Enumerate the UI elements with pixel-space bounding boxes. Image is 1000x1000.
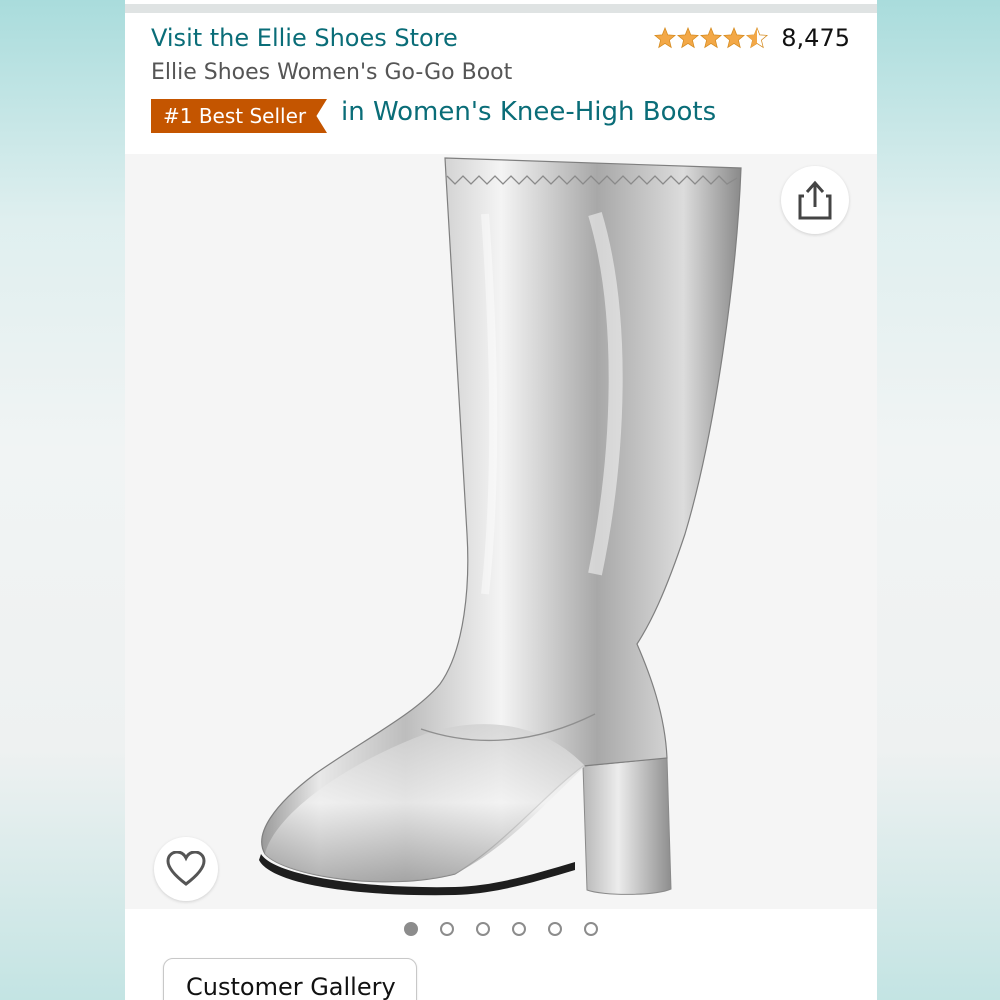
carousel-dot[interactable] xyxy=(440,922,454,936)
star-full-icon xyxy=(677,27,700,49)
carousel-dot[interactable] xyxy=(476,922,490,936)
best-seller-category-link[interactable]: in Women's Knee-High Boots xyxy=(341,97,716,127)
carousel-dot[interactable] xyxy=(584,922,598,936)
star-full-icon xyxy=(700,27,723,49)
wishlist-button[interactable] xyxy=(154,837,218,901)
product-image-carousel[interactable] xyxy=(125,154,877,909)
carousel-dot[interactable] xyxy=(512,922,526,936)
top-divider xyxy=(125,4,877,13)
heart-icon xyxy=(166,851,206,886)
store-link[interactable]: Visit the Ellie Shoes Store xyxy=(151,24,458,52)
star-half-icon xyxy=(746,27,769,49)
star-rating xyxy=(654,27,769,49)
product-page: Visit the Ellie Shoes Store 8,475 Ellie … xyxy=(125,0,877,1000)
carousel-dot[interactable] xyxy=(548,922,562,936)
customer-gallery-button[interactable]: Customer Gallery xyxy=(163,958,417,1000)
product-image-boot xyxy=(259,157,742,896)
carousel-indicators xyxy=(125,922,877,936)
share-button[interactable] xyxy=(781,166,849,234)
rating-summary[interactable]: 8,475 xyxy=(654,24,850,52)
star-full-icon xyxy=(654,27,677,49)
carousel-dot[interactable] xyxy=(404,922,418,936)
star-full-icon xyxy=(723,27,746,49)
share-icon xyxy=(798,180,832,220)
review-count: 8,475 xyxy=(781,24,850,52)
product-title: Ellie Shoes Women's Go-Go Boot xyxy=(151,60,513,85)
best-seller-badge: #1 Best Seller xyxy=(151,99,327,133)
